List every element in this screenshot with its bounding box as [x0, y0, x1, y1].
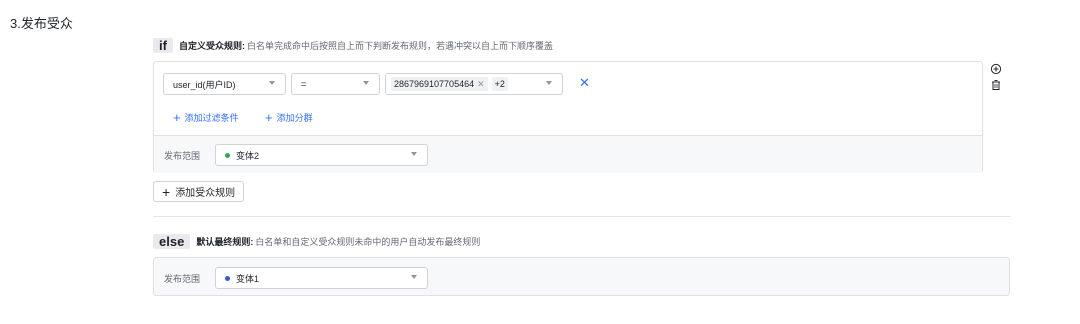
add-filter-label: 添加过滤条件: [184, 113, 239, 123]
trash-icon[interactable]: [990, 79, 1002, 91]
else-rule-description: 白名单和自定义受众规则未命中的用户自动发布最终规则: [255, 237, 481, 247]
divider: [153, 216, 1011, 217]
add-group-button[interactable]: + 添加分群: [265, 111, 313, 124]
default-release-row: 发布范围 变体1: [153, 257, 1010, 296]
value-multiselect[interactable]: 2867969107705464 ✕ +2: [385, 73, 563, 95]
default-variant-select[interactable]: 变体1: [215, 267, 428, 289]
variant-color-dot: [225, 152, 230, 158]
if-rule-description: 白名单完成命中后按照自上而下判断发布规则，若遇冲突以自上而下顺序覆盖: [246, 41, 553, 51]
add-audience-rule-label: 添加受众规则: [175, 188, 236, 199]
variant-color-dot: [225, 275, 230, 281]
variant-select[interactable]: 变体2: [215, 144, 428, 166]
chevron-down-icon: [269, 81, 275, 85]
operator-select[interactable]: =: [291, 73, 380, 95]
value-chip-label: 2867969107705464: [394, 79, 475, 89]
field-select-value: user_id(用户ID): [173, 79, 236, 90]
audience-rule-card: user_id(用户ID) = 2867969107705464 ✕ +2 ✕ …: [153, 61, 983, 173]
else-rule-name: 默认最终规则:: [196, 237, 254, 247]
add-group-label: 添加分群: [276, 113, 313, 123]
variant-select-value: 变体2: [236, 150, 260, 161]
plus-icon: +: [265, 110, 273, 125]
chevron-down-icon: [411, 152, 417, 156]
operator-select-value: =: [301, 79, 307, 89]
chevron-down-icon: [411, 275, 417, 279]
add-filter-button[interactable]: + 添加过滤条件: [173, 111, 239, 124]
close-icon[interactable]: ✕: [477, 77, 485, 91]
release-scope-label: 发布范围: [164, 274, 201, 284]
plus-icon: +: [173, 110, 181, 125]
else-tag: else: [153, 234, 191, 249]
release-scope-label: 发布范围: [164, 151, 201, 161]
if-rule-header: if 自定义受众规则: 白名单完成命中后按照自上而下判断发布规则，若遇冲突以自上…: [153, 38, 553, 53]
value-chip[interactable]: 2867969107705464 ✕: [391, 77, 488, 91]
remove-condition-icon[interactable]: ✕: [579, 76, 590, 89]
chevron-down-icon: [363, 81, 369, 85]
plus-circle-icon[interactable]: [990, 63, 1002, 75]
add-audience-rule-button[interactable]: + 添加受众规则: [153, 181, 245, 202]
release-scope-row: 发布范围 变体2: [154, 135, 982, 173]
if-rule-name: 自定义受众规则:: [178, 41, 245, 51]
chevron-down-icon: [546, 81, 552, 85]
field-select[interactable]: user_id(用户ID): [163, 73, 286, 95]
if-tag: if: [153, 38, 173, 53]
more-values-chip[interactable]: +2: [491, 77, 508, 91]
else-rule-header: else 默认最终规则: 白名单和自定义受众规则未命中的用户自动发布最终规则: [153, 234, 480, 249]
default-variant-select-value: 变体1: [236, 273, 260, 284]
plus-icon: +: [162, 183, 171, 200]
section-title: 3.发布受众: [10, 16, 73, 31]
